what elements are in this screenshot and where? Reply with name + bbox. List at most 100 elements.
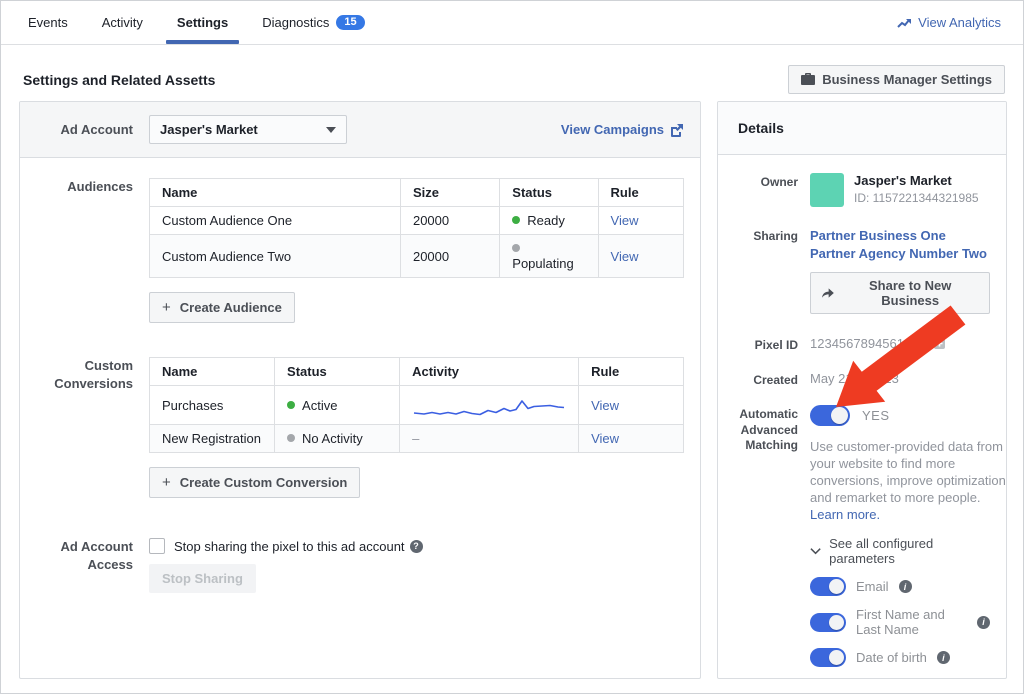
status-dot-populating — [512, 244, 520, 252]
ad-account-access-label: Ad Account Access — [36, 538, 133, 573]
create-custom-conversion-button[interactable]: Create Custom Conversion — [149, 467, 360, 498]
email-toggle[interactable] — [810, 577, 846, 596]
parameter-row-name: First Name and Last Name — [810, 607, 990, 637]
view-analytics-link[interactable]: View Analytics — [893, 1, 1005, 44]
col-name: Name — [150, 358, 275, 386]
col-rule: Rule — [598, 179, 683, 207]
aam-description: Use customer-provided data from your web… — [810, 438, 1007, 523]
gender-toggle[interactable] — [810, 678, 846, 679]
table-row: New Registration No Activity – View — [150, 425, 684, 453]
tab-events[interactable]: Events — [11, 1, 85, 44]
partner-agency-link[interactable]: Partner Agency Number Two — [810, 245, 990, 263]
tabbar-spacer — [382, 1, 893, 44]
table-row: Purchases Active View — [150, 386, 684, 425]
custom-conversions-header-row: Name Status Activity Rule — [150, 358, 684, 386]
view-campaigns-link[interactable]: View Campaigns — [561, 122, 684, 137]
ad-account-label: Ad Account — [36, 121, 133, 139]
details-panel: Details Owner Jasper's Market ID: 115722… — [717, 101, 1007, 679]
status-dot-ready — [512, 216, 520, 224]
see-all-parameters-toggle[interactable]: See all configured parameters — [810, 536, 990, 566]
business-manager-settings-button[interactable]: Business Manager Settings — [788, 65, 1005, 94]
created-row: Created May 21st, 2013 — [734, 371, 990, 389]
pixel-settings-panel: Ad Account Jasper's Market View Campaign… — [19, 101, 701, 679]
sharing-label: Sharing — [734, 227, 798, 245]
automatic-advanced-matching-toggle[interactable] — [810, 405, 850, 426]
create-custom-conversion-label: Create Custom Conversion — [180, 475, 348, 490]
conversion-view-link[interactable]: View — [591, 431, 619, 446]
conversion-name: Purchases — [150, 386, 275, 425]
top-tab-bar: Events Activity Settings Diagnostics 15 … — [1, 1, 1023, 45]
owner-name: Jasper's Market — [854, 173, 979, 188]
tab-diagnostics[interactable]: Diagnostics 15 — [245, 1, 381, 44]
parameter-row-email: Email — [810, 577, 990, 596]
trending-up-icon — [897, 17, 912, 29]
audience-status: Ready — [500, 207, 598, 235]
tab-activity-label: Activity — [102, 15, 143, 30]
share-to-new-business-button[interactable]: Share to New Business — [810, 272, 990, 314]
tab-settings-label: Settings — [177, 15, 228, 30]
audiences-label: Audiences — [36, 178, 133, 196]
audience-view-link[interactable]: View — [611, 213, 639, 228]
info-icon[interactable] — [937, 651, 950, 664]
toggle-state-text: YES — [862, 408, 890, 423]
ad-account-access-section: Ad Account Access Stop sharing the pixel… — [36, 538, 684, 593]
view-campaigns-label: View Campaigns — [561, 122, 664, 137]
pixel-settings-body: Audiences Name Size Status Rule Custom A… — [20, 158, 700, 613]
audiences-section: Audiences Name Size Status Rule Custom A… — [36, 178, 684, 323]
audience-status: Populating — [500, 235, 598, 278]
parameter-label: Date of birth — [856, 650, 927, 665]
owner-label: Owner — [734, 173, 798, 191]
col-size: Size — [400, 179, 499, 207]
parameter-label: Email — [856, 579, 889, 594]
table-row: Custom Audience Two 20000 Populating Vie… — [150, 235, 684, 278]
audience-name: Custom Audience Two — [150, 235, 401, 278]
stop-sharing-button-label: Stop Sharing — [162, 571, 243, 586]
create-audience-button[interactable]: Create Audience — [149, 292, 295, 323]
col-status: Status — [275, 358, 400, 386]
copy-icon[interactable] — [933, 337, 946, 350]
audiences-table: Name Size Status Rule Custom Audience On… — [149, 178, 684, 278]
conversion-activity-empty: – — [400, 425, 579, 453]
table-row: Custom Audience One 20000 Ready View — [150, 207, 684, 235]
created-value: May 21st, 2013 — [810, 371, 990, 386]
avatar — [810, 173, 844, 207]
conversion-status: No Activity — [275, 425, 400, 453]
custom-conversions-section: Custom Conversions Name Status Activity … — [36, 357, 684, 498]
business-manager-settings-label: Business Manager Settings — [822, 72, 992, 87]
see-all-parameters-label: See all configured parameters — [829, 536, 990, 566]
parameter-label: First Name and Last Name — [856, 607, 967, 637]
date-of-birth-toggle[interactable] — [810, 648, 846, 667]
view-analytics-label: View Analytics — [918, 15, 1001, 30]
conversion-view-link[interactable]: View — [591, 398, 619, 413]
info-icon[interactable] — [977, 616, 990, 629]
info-icon[interactable] — [899, 580, 912, 593]
partner-business-link[interactable]: Partner Business One — [810, 227, 990, 245]
stop-sharing-checkbox[interactable] — [149, 538, 165, 554]
tab-settings[interactable]: Settings — [160, 1, 245, 44]
create-audience-label: Create Audience — [180, 300, 282, 315]
col-name: Name — [150, 179, 401, 207]
stop-sharing-checkbox-label: Stop sharing the pixel to this ad accoun… — [174, 539, 405, 554]
tab-diagnostics-label: Diagnostics — [262, 15, 329, 30]
pixel-id-value: 1234567894561320 — [810, 336, 926, 351]
parameter-row-dob: Date of birth — [810, 648, 990, 667]
automatic-advanced-matching-row: Automatic Advanced Matching YES Use cust… — [734, 405, 990, 679]
briefcase-icon — [801, 73, 815, 86]
learn-more-link[interactable]: Learn more. — [810, 507, 880, 522]
activity-sparkline — [412, 392, 566, 418]
col-status: Status — [500, 179, 598, 207]
tab-activity[interactable]: Activity — [85, 1, 160, 44]
chevron-down-icon — [326, 127, 336, 133]
audience-view-link[interactable]: View — [611, 249, 639, 264]
ad-account-dropdown[interactable]: Jasper's Market — [149, 115, 347, 144]
help-icon[interactable] — [410, 540, 423, 553]
owner-row: Owner Jasper's Market ID: 11572213443219… — [734, 173, 990, 207]
conversion-status: Active — [275, 386, 400, 425]
first-last-name-toggle[interactable] — [810, 613, 846, 632]
audience-name: Custom Audience One — [150, 207, 401, 235]
diagnostics-count-badge: 15 — [336, 15, 364, 30]
owner-id: ID: 1157221344321985 — [854, 191, 979, 205]
ad-account-header: Ad Account Jasper's Market View Campaign… — [20, 102, 700, 158]
stop-sharing-button[interactable]: Stop Sharing — [149, 564, 256, 593]
audiences-header-row: Name Size Status Rule — [150, 179, 684, 207]
